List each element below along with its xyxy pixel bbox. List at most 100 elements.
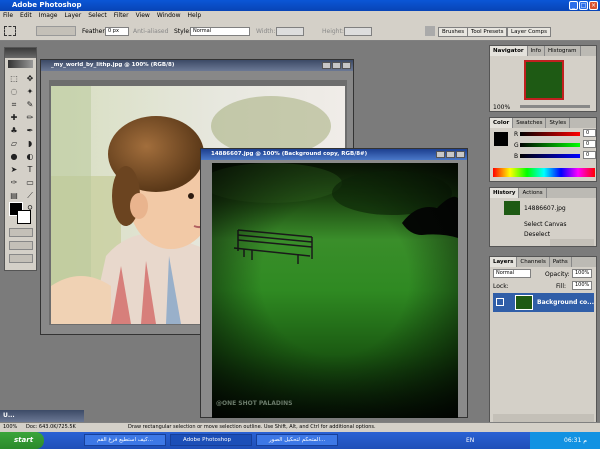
maximize-button[interactable]: □ [579,1,588,10]
layer-row-background-copy[interactable]: Background co... [493,293,594,312]
history-item-select-canvas[interactable]: Select Canvas [524,221,566,228]
red-slider[interactable] [520,132,580,136]
width-input[interactable] [276,27,304,36]
history-snapshot-thumb[interactable] [504,201,520,215]
toolbox-header [5,48,36,58]
layer-name[interactable]: Background co... [537,299,594,306]
style-select[interactable]: Normal [190,27,250,36]
menu-image[interactable]: Image [39,11,58,21]
menu-filter[interactable]: Filter [114,11,129,21]
menu-layer[interactable]: Layer [64,11,81,21]
background-color-swatch[interactable] [17,210,31,224]
fill-input[interactable]: 100% [572,281,592,290]
history-item-snapshot[interactable]: 14886607.jpg [524,205,566,212]
paint-bucket-icon[interactable]: ◗ [23,138,37,150]
magic-wand-icon[interactable]: ✦ [23,86,37,98]
feather-input[interactable]: 0 px [105,27,129,36]
red-value[interactable]: 0 [583,129,596,137]
lasso-tool-icon[interactable]: ◌ [7,86,21,98]
document-window-2[interactable]: 14886607.jpg @ 100% (Background copy, RG… [200,148,468,418]
navigator-zoom-slider[interactable] [520,105,590,108]
selection-mode-icons[interactable] [36,26,76,36]
doc1-maximize-button[interactable] [332,62,341,69]
eraser-tool-icon[interactable]: ▱ [7,138,21,150]
quickmask-icon[interactable] [9,228,33,237]
opacity-input[interactable]: 100% [572,269,592,278]
blue-value[interactable]: 0 [583,151,596,159]
blue-slider[interactable] [520,154,580,158]
color-spectrum-bar[interactable] [493,168,595,177]
green-value[interactable]: 0 [583,140,596,148]
history-footer-icons[interactable] [550,239,594,246]
menu-edit[interactable]: Edit [20,11,32,21]
tab-history[interactable]: History [490,188,520,198]
navigator-thumbnail[interactable] [524,60,564,100]
slice-tool-icon[interactable]: ✎ [23,99,37,111]
marquee-preset-icon[interactable] [4,26,16,36]
park-bench-photo[interactable]: @ONE SHOT PALADINS [202,163,458,418]
history-item-deselect[interactable]: Deselect [524,231,550,238]
tab-styles[interactable]: Styles [546,118,571,128]
menu-window[interactable]: Window [157,11,181,21]
jump-to-imageready-icon[interactable] [9,254,33,263]
color-foreground-swatch[interactable] [494,132,508,146]
minimize-button[interactable]: _ [569,1,578,10]
close-button[interactable]: × [589,1,598,10]
history-tabs: History Actions [490,188,596,198]
menu-help[interactable]: Help [188,11,202,21]
language-indicator[interactable]: EN [466,437,474,444]
blend-mode-select[interactable]: Normal [493,269,531,278]
dock-icon[interactable] [425,26,435,36]
tab-navigator[interactable]: Navigator [490,46,528,56]
tab-layers[interactable]: Layers [490,257,518,267]
taskbar-item-photoshop[interactable]: Adobe Photoshop [170,434,252,446]
stamp-tool-icon[interactable]: ♣ [7,125,21,137]
green-slider[interactable] [520,143,580,147]
status-zoom[interactable]: 100% [3,423,17,432]
opacity-label: Opacity: [545,271,570,278]
pen-tool-icon[interactable]: ✑ [7,177,21,189]
healing-brush-icon[interactable]: ✚ [7,112,21,124]
layer-visibility-icon[interactable] [496,298,504,306]
menu-select[interactable]: Select [88,11,107,21]
tab-brushes[interactable]: Brushes [438,27,469,37]
type-tool-icon[interactable]: T [23,164,37,176]
navigator-panel: Navigator Info Histogram 100% [489,45,597,112]
screen-mode-icon[interactable] [9,241,33,250]
crop-tool-icon[interactable]: ⌗ [7,99,21,111]
menu-file[interactable]: File [3,11,13,21]
tab-layer-comps[interactable]: Layer Comps [507,27,552,37]
doc2-close-button[interactable] [456,151,465,158]
history-brush-icon[interactable]: ✒ [23,125,37,137]
tab-info[interactable]: Info [528,46,545,56]
dodge-tool-icon[interactable]: ◐ [23,151,37,163]
tab-color[interactable]: Color [490,118,514,128]
antialiased-checkbox[interactable]: Anti-aliased [133,28,168,35]
doc1-close-button[interactable] [342,62,351,69]
tab-swatches[interactable]: Swatches [513,118,547,128]
notes-tool-icon[interactable]: ▤ [7,190,21,202]
marquee-tool-icon[interactable]: ⬚ [7,73,21,85]
doc1-minimize-button[interactable] [322,62,331,69]
doc2-minimize-button[interactable] [436,151,445,158]
tab-actions[interactable]: Actions [519,188,547,198]
brush-tool-icon[interactable]: ✏ [23,112,37,124]
height-input[interactable] [344,27,372,36]
tab-paths[interactable]: Paths [550,257,572,267]
start-button[interactable]: start [0,432,44,449]
tab-channels[interactable]: Channels [517,257,550,267]
move-tool-icon[interactable]: ✥ [23,73,37,85]
path-select-icon[interactable]: ➤ [7,164,21,176]
eyedropper-icon[interactable]: ⟋ [23,190,37,202]
adobe-logo-icon[interactable] [8,60,33,68]
shape-tool-icon[interactable]: ▭ [23,177,37,189]
taskbar-item-1[interactable]: كيف استطيع فرغ القم... [84,434,166,446]
blur-tool-icon[interactable]: ● [7,151,21,163]
navigator-zoom[interactable]: 100% [493,104,510,111]
minimized-document[interactable]: U... [0,410,84,422]
taskbar-item-3[interactable]: المتحكم لتحكيل الصور... [256,434,338,446]
menu-view[interactable]: View [136,11,150,21]
tab-histogram[interactable]: Histogram [545,46,581,56]
tab-tool-presets[interactable]: Tool Presets [467,27,508,37]
doc2-maximize-button[interactable] [446,151,455,158]
